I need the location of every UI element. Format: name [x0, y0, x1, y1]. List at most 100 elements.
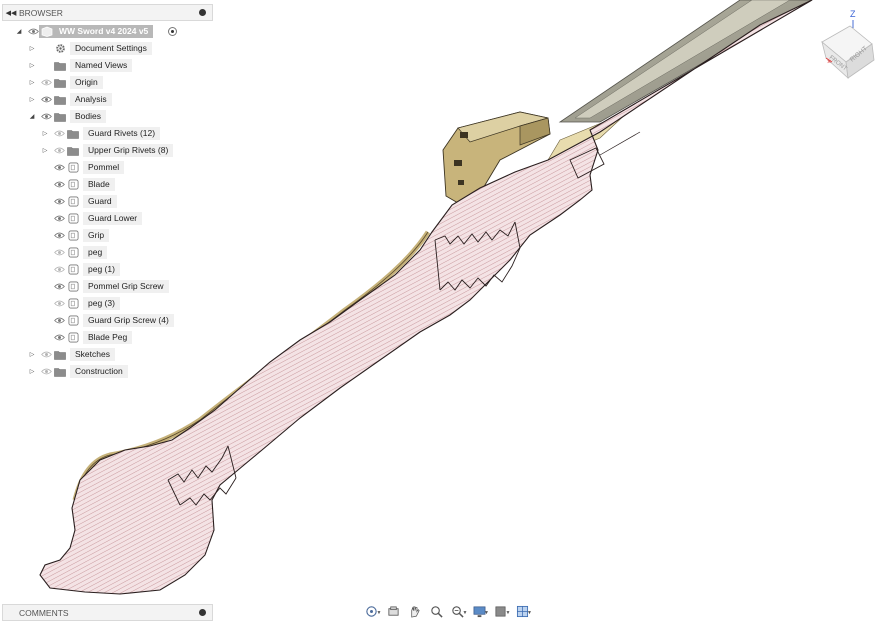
- visibility-eye-icon[interactable]: [40, 109, 52, 124]
- browser-node[interactable]: Guard: [0, 194, 215, 209]
- browser-node[interactable]: ▷ Document Settings: [0, 41, 215, 56]
- browser-node-label[interactable]: Blade: [83, 178, 115, 191]
- visibility-eye-icon[interactable]: [53, 143, 65, 158]
- dropdown-arrow-icon[interactable]: ▼: [377, 610, 382, 616]
- browser-node[interactable]: Guard Lower: [0, 211, 215, 226]
- visibility-eye-icon[interactable]: [53, 313, 65, 328]
- dropdown-arrow-icon[interactable]: ▼: [506, 610, 511, 616]
- grid-icon[interactable]: ▼: [513, 604, 532, 619]
- expand-triangle-icon[interactable]: ▷: [28, 347, 36, 362]
- browser-node[interactable]: ◢ WW Sword v4 2024 v5: [0, 24, 215, 39]
- dropdown-arrow-icon[interactable]: ▼: [527, 610, 532, 616]
- visibility-eye-icon[interactable]: [40, 347, 52, 362]
- comments-panel-header[interactable]: COMMENTS: [2, 604, 213, 621]
- visibility-eye-icon[interactable]: [53, 228, 65, 243]
- browser-node[interactable]: ◢ Bodies: [0, 109, 215, 124]
- dropdown-arrow-icon[interactable]: ▼: [484, 610, 489, 616]
- browser-node[interactable]: peg (1): [0, 262, 215, 277]
- visibility-eye-icon[interactable]: [53, 262, 65, 277]
- expand-triangle-icon[interactable]: ▷: [28, 75, 36, 90]
- orbit-icon[interactable]: ▼: [362, 604, 382, 619]
- visibility-eye-icon[interactable]: [53, 160, 65, 175]
- browser-node-label[interactable]: Blade Peg: [83, 331, 133, 344]
- browser-node-label[interactable]: Named Views: [70, 59, 133, 72]
- browser-node-label[interactable]: Guard Grip Screw (4): [83, 314, 174, 327]
- pin-icon[interactable]: [199, 9, 206, 16]
- folder-icon: [54, 364, 66, 379]
- browser-node[interactable]: ▷ Construction: [0, 364, 215, 379]
- visibility-eye-icon[interactable]: [53, 296, 65, 311]
- expand-triangle-icon[interactable]: ▷: [41, 143, 49, 158]
- browser-node[interactable]: Pommel Grip Screw: [0, 279, 215, 294]
- browser-node-label[interactable]: peg (3): [83, 297, 120, 310]
- collapse-triangle-icon[interactable]: ◢: [28, 109, 36, 124]
- browser-node[interactable]: Blade Peg: [0, 330, 215, 345]
- expand-triangle-icon[interactable]: ▷: [41, 126, 49, 141]
- browser-node-label[interactable]: Pommel Grip Screw: [83, 280, 169, 293]
- browser-node[interactable]: ▷ Guard Rivets (12): [0, 126, 215, 141]
- browser-panel-header[interactable]: ◀◀ BROWSER: [2, 4, 213, 21]
- gear-icon: [54, 41, 66, 56]
- browser-node[interactable]: peg: [0, 245, 215, 260]
- browser-node-label[interactable]: Origin: [70, 76, 103, 89]
- visibility-eye-icon[interactable]: [40, 364, 52, 379]
- browser-node[interactable]: ▷ Named Views: [0, 58, 215, 73]
- visibility-eye-icon[interactable]: [53, 279, 65, 294]
- collapse-panel-icon[interactable]: ◀◀: [3, 9, 19, 17]
- visibility-eye-icon[interactable]: [53, 126, 65, 141]
- viewcube-x-axis-marker: ×: [827, 59, 831, 66]
- visual-style-icon[interactable]: ▼: [491, 604, 511, 619]
- browser-node-label[interactable]: Guard Rivets (12): [83, 127, 161, 140]
- expand-triangle-icon[interactable]: ▷: [28, 58, 36, 73]
- visibility-eye-icon[interactable]: [40, 75, 52, 90]
- browser-node[interactable]: ▷ Upper Grip Rivets (8): [0, 143, 215, 158]
- look-at-icon[interactable]: [384, 604, 404, 619]
- browser-node-label[interactable]: Bodies: [70, 110, 106, 123]
- browser-node-label[interactable]: Guard: [83, 195, 117, 208]
- display-settings-icon[interactable]: ▼: [470, 604, 489, 619]
- browser-node[interactable]: peg (3): [0, 296, 215, 311]
- browser-node-label[interactable]: Guard Lower: [83, 212, 143, 225]
- expand-triangle-icon[interactable]: ▷: [28, 364, 36, 379]
- browser-node[interactable]: ▷ Analysis: [0, 92, 215, 107]
- browser-node[interactable]: ▷ Origin: [0, 75, 215, 90]
- browser-node-label[interactable]: Sketches: [70, 348, 115, 361]
- visibility-eye-icon[interactable]: [53, 330, 65, 345]
- browser-node[interactable]: Grip: [0, 228, 215, 243]
- browser-node-label[interactable]: Grip: [83, 229, 110, 242]
- collapse-triangle-icon[interactable]: ◢: [15, 24, 23, 39]
- activate-component-radio[interactable]: [168, 27, 177, 36]
- folder-icon: [54, 347, 66, 362]
- browser-node-label[interactable]: Document Settings: [70, 42, 152, 55]
- zoom-icon[interactable]: [427, 604, 447, 619]
- pin-icon[interactable]: [199, 609, 206, 616]
- visibility-eye-icon[interactable]: [53, 245, 65, 260]
- component-icon: [41, 24, 53, 39]
- browser-node-label[interactable]: peg: [83, 246, 108, 259]
- browser-node[interactable]: Pommel: [0, 160, 215, 175]
- visibility-eye-icon[interactable]: [53, 211, 65, 226]
- browser-node[interactable]: Guard Grip Screw (4): [0, 313, 215, 328]
- dropdown-arrow-icon[interactable]: ▼: [463, 610, 468, 616]
- expand-triangle-icon[interactable]: ▷: [28, 41, 36, 56]
- body-icon: [67, 160, 79, 175]
- visibility-eye-icon[interactable]: [40, 92, 52, 107]
- body-icon: [67, 194, 79, 209]
- visibility-eye-icon[interactable]: [53, 194, 65, 209]
- visibility-eye-icon[interactable]: [27, 24, 39, 39]
- fit-zoom-icon[interactable]: ▼: [448, 604, 468, 619]
- visibility-eye-icon[interactable]: [53, 177, 65, 192]
- browser-node[interactable]: Blade: [0, 177, 215, 192]
- pan-hand-icon[interactable]: [405, 604, 425, 619]
- browser-node-label[interactable]: Analysis: [70, 93, 112, 106]
- browser-node[interactable]: ▷ Sketches: [0, 347, 215, 362]
- body-icon: [67, 211, 79, 226]
- browser-node-label[interactable]: WW Sword v4 2024 v5: [54, 25, 154, 38]
- browser-node-label[interactable]: Upper Grip Rivets (8): [83, 144, 174, 157]
- browser-node-label[interactable]: peg (1): [83, 263, 120, 276]
- folder-icon: [54, 75, 66, 90]
- view-cube[interactable]: FRONT RIGHT Z ×: [821, 9, 875, 80]
- expand-triangle-icon[interactable]: ▷: [28, 92, 36, 107]
- browser-node-label[interactable]: Construction: [70, 365, 128, 378]
- browser-node-label[interactable]: Pommel: [83, 161, 125, 174]
